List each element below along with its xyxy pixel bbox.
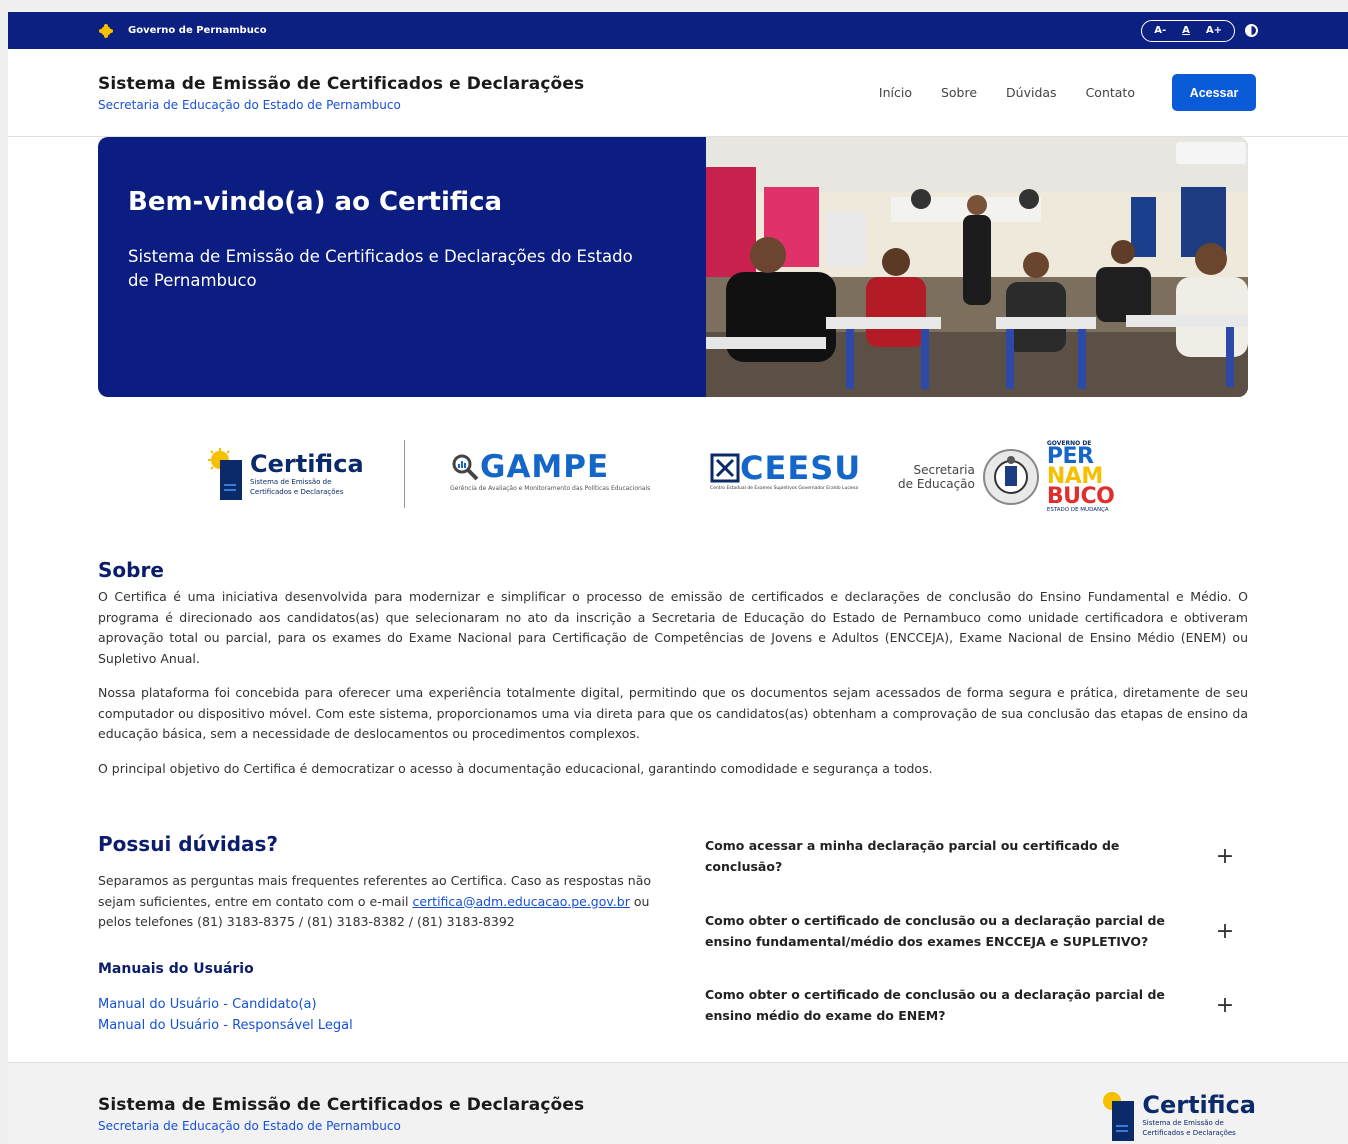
certifica-wordmark: Certifica	[250, 450, 364, 478]
font-reset-button[interactable]: A	[1182, 25, 1190, 36]
site-subtitle: Secretaria de Educação do Estado de Pern…	[98, 97, 401, 112]
faq-item[interactable]: Como obter o certificado de conclusão ou…	[705, 976, 1235, 1034]
site-footer: Sistema de Emissão de Certificados e Dec…	[8, 1062, 1348, 1144]
certifica-tagline-2: Certificados e Declarações	[250, 488, 344, 496]
coat-of-arms-icon	[982, 448, 1039, 505]
ceesu-logo: CEESU Centro Estadual de Exames Supletiv…	[710, 452, 861, 491]
duvidas-paragraph: Separamos as perguntas mais frequentes r…	[98, 871, 670, 933]
secretaria-line-1: Secretaria	[913, 462, 975, 477]
certifica-tagline-1: Sistema de Emissão de	[1142, 1119, 1224, 1127]
duvidas-section: Possui dúvidas? Separamos as perguntas m…	[98, 832, 670, 1033]
state-motto: ESTADO DE MUDANÇA	[1046, 507, 1109, 513]
faq-item[interactable]: Como obter o certificado de conclusão ou…	[705, 902, 1235, 960]
footer-title: Sistema de Emissão de Certificados e Dec…	[98, 1095, 585, 1115]
secretaria-educacao-logo: Secretaria de Educação GOVERNO DE PER NA…	[898, 440, 1115, 513]
footer-brand: Sistema de Emissão de Certificados e Dec…	[98, 1095, 584, 1133]
acessar-button[interactable]: Acessar	[1172, 74, 1256, 111]
faq-item[interactable]: Como acessar a minha declaração parcial …	[705, 838, 1235, 874]
classroom-photo-graphic	[706, 137, 1248, 397]
site-header: Sistema de Emissão de Certificados e Dec…	[8, 49, 1348, 137]
plus-icon[interactable]: +	[1215, 919, 1235, 944]
contrast-icon[interactable]	[1245, 24, 1258, 37]
footer-subtitle: Secretaria de Educação do Estado de Pern…	[98, 1119, 401, 1133]
footer-certifica-logo: Certifica Sistema de Emissão de Certific…	[1100, 1089, 1256, 1141]
magnifier-icon	[452, 454, 479, 481]
sobre-section: Sobre O Certifica é uma iniciativa desen…	[98, 558, 1248, 779]
hero-banner: Bem-vindo(a) ao Certifica Sistema de Emi…	[98, 137, 1248, 397]
duvidas-title: Possui dúvidas?	[98, 832, 279, 856]
nav-inicio[interactable]: Início	[879, 85, 912, 100]
page: Governo de Pernambuco A- A A+ Sistema de…	[8, 12, 1348, 1144]
contact-email-link[interactable]: certifica@adm.educacao.pe.gov.br	[412, 894, 629, 909]
plus-icon[interactable]: +	[1215, 993, 1235, 1018]
certifica-tagline-2: Certificados e Declarações	[1142, 1129, 1236, 1137]
manual-candidato-link[interactable]: Manual do Usuário - Candidato(a)	[98, 997, 670, 1012]
pern-text-3: BUCO	[1046, 484, 1115, 509]
certifica-tagline-1: Sistema de Emissão de	[250, 478, 332, 486]
manuais-title: Manuais do Usuário	[98, 960, 254, 977]
ceesu-wordmark: CEESU	[740, 449, 862, 487]
site-title: Sistema de Emissão de Certificados e Dec…	[98, 73, 585, 94]
hero-title: Bem-vindo(a) ao Certifica	[128, 187, 503, 217]
certifica-icon	[1100, 1089, 1135, 1141]
sobre-paragraph-3: O principal objetivo do Certifica é demo…	[98, 760, 933, 776]
plus-icon[interactable]: +	[1215, 844, 1235, 869]
gampe-logo: GAMPE Gerência de Avaliação e Monitorame…	[450, 450, 650, 492]
gampe-tagline: Gerência de Avaliação e Monitoramento da…	[450, 485, 651, 492]
logo-divider	[404, 440, 405, 508]
faq-question: Como acessar a minha declaração parcial …	[705, 838, 1120, 874]
sobre-title: Sobre	[98, 558, 164, 582]
faq-accordion: Como acessar a minha declaração parcial …	[705, 838, 1235, 1034]
sobre-paragraph-1: O Certifica é uma iniciativa desenvolvid…	[98, 589, 1248, 666]
faq-question: Como obter o certificado de conclusão ou…	[705, 913, 1165, 949]
accessibility-controls: A- A A+	[1141, 19, 1258, 42]
font-increase-button[interactable]: A+	[1206, 25, 1222, 36]
ceesu-tagline: Centro Estadual de Exames Supletivos Gov…	[710, 486, 859, 491]
certifica-icon	[208, 448, 242, 500]
partner-logos: Certifica Sistema de Emissão de Certific…	[98, 440, 1248, 513]
font-size-control: A- A A+	[1141, 19, 1235, 42]
gov-bar: Governo de Pernambuco A- A A+	[8, 12, 1348, 49]
gov-brand[interactable]: Governo de Pernambuco	[98, 23, 267, 39]
gov-label: Governo de Pernambuco	[128, 25, 267, 36]
secretaria-line-2: de Educação	[898, 476, 975, 491]
hero-subtitle: Sistema de Emissão de Certificados e Dec…	[128, 247, 633, 290]
sun-icon	[98, 23, 114, 39]
main-nav: Início Sobre Dúvidas Contato Acessar	[879, 74, 1256, 111]
faq-question: Como obter o certificado de conclusão ou…	[705, 987, 1165, 1023]
manual-responsavel-link[interactable]: Manual do Usuário - Responsável Legal	[98, 1018, 670, 1033]
site-brand[interactable]: Sistema de Emissão de Certificados e Dec…	[98, 74, 584, 112]
certifica-wordmark: Certifica	[1142, 1091, 1256, 1119]
nav-contato[interactable]: Contato	[1086, 85, 1135, 100]
gampe-wordmark: GAMPE	[480, 449, 610, 485]
checkbox-x-icon	[710, 453, 740, 483]
nav-duvidas[interactable]: Dúvidas	[1006, 85, 1057, 100]
nav-sobre[interactable]: Sobre	[941, 85, 977, 100]
classroom-photo	[706, 137, 1248, 397]
font-decrease-button[interactable]: A-	[1154, 25, 1166, 36]
certifica-logo: Certifica Sistema de Emissão de Certific…	[208, 448, 364, 500]
sobre-paragraph-2: Nossa plataforma foi concebida para ofer…	[98, 685, 1248, 741]
